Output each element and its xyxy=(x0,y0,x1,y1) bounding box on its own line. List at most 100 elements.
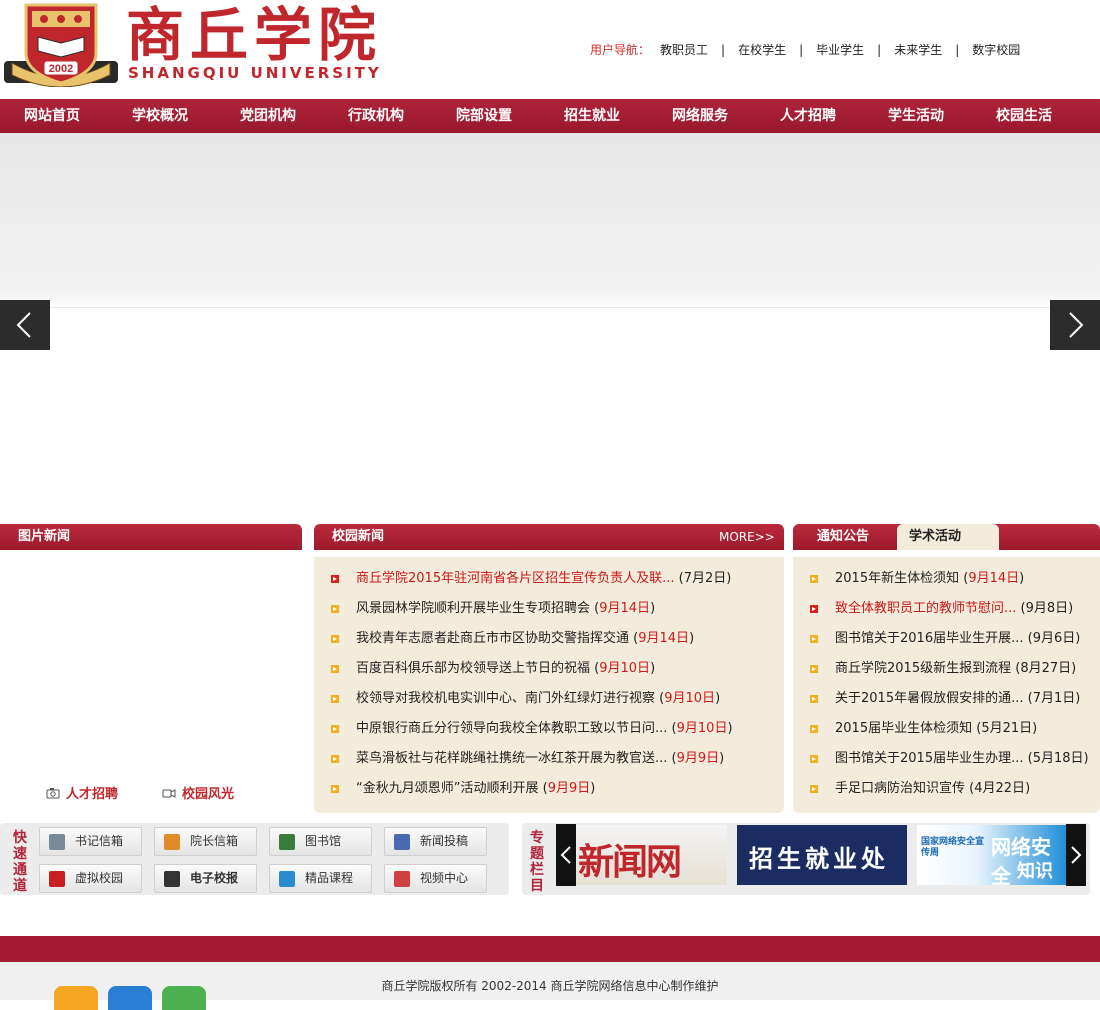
wechat-icon[interactable] xyxy=(162,986,206,1010)
news-item[interactable]: 2015年新生体检须知 (9月14日) xyxy=(793,564,1100,594)
nav-recruitment[interactable]: 人才招聘 xyxy=(756,99,864,133)
quick-link-button[interactable]: 图书馆 xyxy=(269,827,372,856)
banner-cyber-security-week[interactable]: 国家网络安全宣传周 网络安全 知识手 xyxy=(917,825,1067,885)
quick-link-button[interactable]: 院长信箱 xyxy=(154,827,257,856)
quick-link-button[interactable]: 电子校报 xyxy=(154,864,257,893)
nav-home[interactable]: 网站首页 xyxy=(0,99,108,133)
logo-chinese-name[interactable]: 商丘学院 xyxy=(126,2,382,68)
news-item-title[interactable]: 致全体教职员工的教师节慰问... xyxy=(835,601,1016,616)
date-paren: ( xyxy=(1016,601,1026,616)
user-nav-graduates[interactable]: 毕业学生 xyxy=(816,41,864,58)
bullet-arrow-icon xyxy=(331,755,339,763)
news-item-title[interactable]: 商丘学院2015年驻河南省各片区招生宣传负责人及联... xyxy=(356,571,674,586)
weibo-icon[interactable] xyxy=(54,986,98,1010)
nav-administration[interactable]: 行政机构 xyxy=(324,99,432,133)
news-item[interactable]: 手足口病防治知识宣传 (4月22日) xyxy=(793,774,1100,804)
user-nav-future-students[interactable]: 未来学生 xyxy=(894,41,942,58)
nav-network-services[interactable]: 网络服务 xyxy=(648,99,756,133)
special-next-button[interactable] xyxy=(1066,824,1086,886)
quick-link-button[interactable]: 虚拟校园 xyxy=(39,864,142,893)
news-item[interactable]: 图书馆关于2015届毕业生办理... (5月18日) xyxy=(793,744,1100,774)
nav-party-league[interactable]: 党团机构 xyxy=(216,99,324,133)
date-value: 9月10日 xyxy=(676,721,728,736)
news-item-title[interactable]: 菜鸟滑板社与花样跳绳社携统一冰红茶开展为教官送... xyxy=(356,751,667,766)
tab-notices[interactable]: 通知公告 xyxy=(817,524,869,550)
special-prev-button[interactable] xyxy=(556,824,576,886)
date-paren: ( xyxy=(667,721,677,736)
bullet-arrow-icon xyxy=(810,755,818,763)
tab-campus-scenery[interactable]: 校园风光 xyxy=(162,783,234,802)
date-value: 9月10日 xyxy=(599,661,651,676)
news-item-title[interactable]: 图书馆关于2015届毕业生办理... xyxy=(835,751,1023,766)
quick-link-button[interactable]: 精品课程 xyxy=(269,864,372,893)
tencent-weibo-icon[interactable] xyxy=(108,986,152,1010)
school-emblem-icon[interactable]: 2002 xyxy=(4,3,118,87)
user-nav-staff[interactable]: 教职员工 xyxy=(660,41,708,58)
news-item-title[interactable]: 手足口病防治知识宣传 xyxy=(835,781,965,796)
news-item-title[interactable]: 商丘学院2015级新生报到流程 xyxy=(835,661,1011,676)
quick-link-label: 虚拟校园 xyxy=(75,871,124,885)
news-item[interactable]: 菜鸟滑板社与花样跳绳社携统一冰红茶开展为教官送... (9月9日) xyxy=(314,744,784,774)
news-item[interactable]: 商丘学院2015年驻河南省各片区招生宣传负责人及联... (7月2日) xyxy=(314,564,784,594)
user-nav-separator: | xyxy=(799,42,804,57)
news-item-title[interactable]: 中原银行商丘分行领导向我校全体教职工致以节日问... xyxy=(356,721,667,736)
news-item[interactable]: 商丘学院2015级新生报到流程 (8月27日) xyxy=(793,654,1100,684)
nav-departments[interactable]: 院部设置 xyxy=(432,99,540,133)
campus-news-more-link[interactable]: MORE>> xyxy=(719,524,775,550)
date-paren: ) xyxy=(590,781,596,796)
chevron-left-icon xyxy=(16,312,31,338)
news-item-title[interactable]: 2015年新生体检须知 xyxy=(835,571,959,586)
campus-news-box: 商丘学院2015年驻河南省各片区招生宣传负责人及联... (7月2日) 风景园林学… xyxy=(314,557,784,813)
nav-admissions[interactable]: 招生就业 xyxy=(540,99,648,133)
date-paren: ( xyxy=(1023,691,1033,706)
user-navigation: 用户导航： 教职员工 | 在校学生 | 毕业学生 | 未来学生 | 数字校园 xyxy=(590,41,1020,58)
special-column-label: 专题栏目 xyxy=(530,830,544,894)
news-item[interactable]: 百度百科俱乐部为校领导送上节日的祝福 (9月10日) xyxy=(314,654,784,684)
news-item[interactable]: “金秋九月颂恩师”活动顺利开展 (9月9日) xyxy=(314,774,784,804)
news-item-title[interactable]: 2015届毕业生体检须知 xyxy=(835,721,972,736)
banner-news-site[interactable]: 新闻网 xyxy=(576,825,727,885)
news-item-title[interactable]: “金秋九月颂恩师”活动顺利开展 xyxy=(356,781,538,796)
news-item-title[interactable]: 风景园林学院顺利开展毕业生专项招聘会 xyxy=(356,601,590,616)
nav-about[interactable]: 学校概况 xyxy=(108,99,216,133)
news-item-title[interactable]: 我校青年志愿者赴商丘市市区协助交警指挥交通 xyxy=(356,631,629,646)
news-item-date: (7月1日) xyxy=(1023,691,1081,706)
quick-link-label: 精品课程 xyxy=(305,871,354,885)
banner-divider xyxy=(0,307,1100,308)
banner-next-button[interactable] xyxy=(1050,300,1100,350)
bullet-arrow-icon xyxy=(331,605,339,613)
tab-talent-recruitment[interactable]: 人才招聘 xyxy=(46,783,118,802)
date-paren: ( xyxy=(629,631,639,646)
video-camera-icon xyxy=(162,788,176,798)
banner-prev-button[interactable] xyxy=(0,300,50,350)
nav-campus-life[interactable]: 校园生活 xyxy=(972,99,1080,133)
news-item-date: (4月22日) xyxy=(965,781,1030,796)
banner-admissions-text: 招生就业处 xyxy=(749,844,889,873)
news-item[interactable]: 图书馆关于2016届毕业生开展... (9月6日) xyxy=(793,624,1100,654)
news-item[interactable]: 中原银行商丘分行领导向我校全体教职工致以节日问... (9月10日) xyxy=(314,714,784,744)
hot-bullet-icon xyxy=(810,605,818,613)
news-item[interactable]: 我校青年志愿者赴商丘市市区协助交警指挥交通 (9月14日) xyxy=(314,624,784,654)
news-item[interactable]: 关于2015年暑假放假安排的通... (7月1日) xyxy=(793,684,1100,714)
tab-academic-activities[interactable]: 学术活动 xyxy=(897,524,999,550)
banner-admissions-office[interactable]: 招生就业处 xyxy=(737,825,907,885)
quick-link-button[interactable]: 新闻投稿 xyxy=(384,827,487,856)
date-value: 8月27日 xyxy=(1020,661,1072,676)
notices-list: 2015年新生体检须知 (9月14日) 致全体教职员工的教师节慰问... (9月8… xyxy=(793,557,1100,804)
newspaper-icon xyxy=(164,871,180,887)
news-item-title[interactable]: 校领导对我校机电实训中心、南门外红绿灯进行视察 xyxy=(356,691,655,706)
news-item-title[interactable]: 关于2015年暑假放假安排的通... xyxy=(835,691,1023,706)
news-item-title[interactable]: 图书馆关于2016届毕业生开展... xyxy=(835,631,1023,646)
news-item[interactable]: 风景园林学院顺利开展毕业生专项招聘会 (9月14日) xyxy=(314,594,784,624)
news-item-title[interactable]: 百度百科俱乐部为校领导送上节日的祝福 xyxy=(356,661,590,676)
news-item[interactable]: 2015届毕业生体检须知 (5月21日) xyxy=(793,714,1100,744)
date-paren: ) xyxy=(1032,721,1038,736)
user-nav-digital-campus[interactable]: 数字校园 xyxy=(972,41,1020,58)
news-item[interactable]: 校领导对我校机电实训中心、南门外红绿灯进行视察 (9月10日) xyxy=(314,684,784,714)
news-item-date: (9月10日) xyxy=(655,691,720,706)
quick-link-button[interactable]: 书记信箱 xyxy=(39,827,142,856)
user-nav-current-students[interactable]: 在校学生 xyxy=(738,41,786,58)
news-item[interactable]: 致全体教职员工的教师节慰问... (9月8日) xyxy=(793,594,1100,624)
nav-student-activities[interactable]: 学生活动 xyxy=(864,99,972,133)
quick-link-button[interactable]: 视频中心 xyxy=(384,864,487,893)
